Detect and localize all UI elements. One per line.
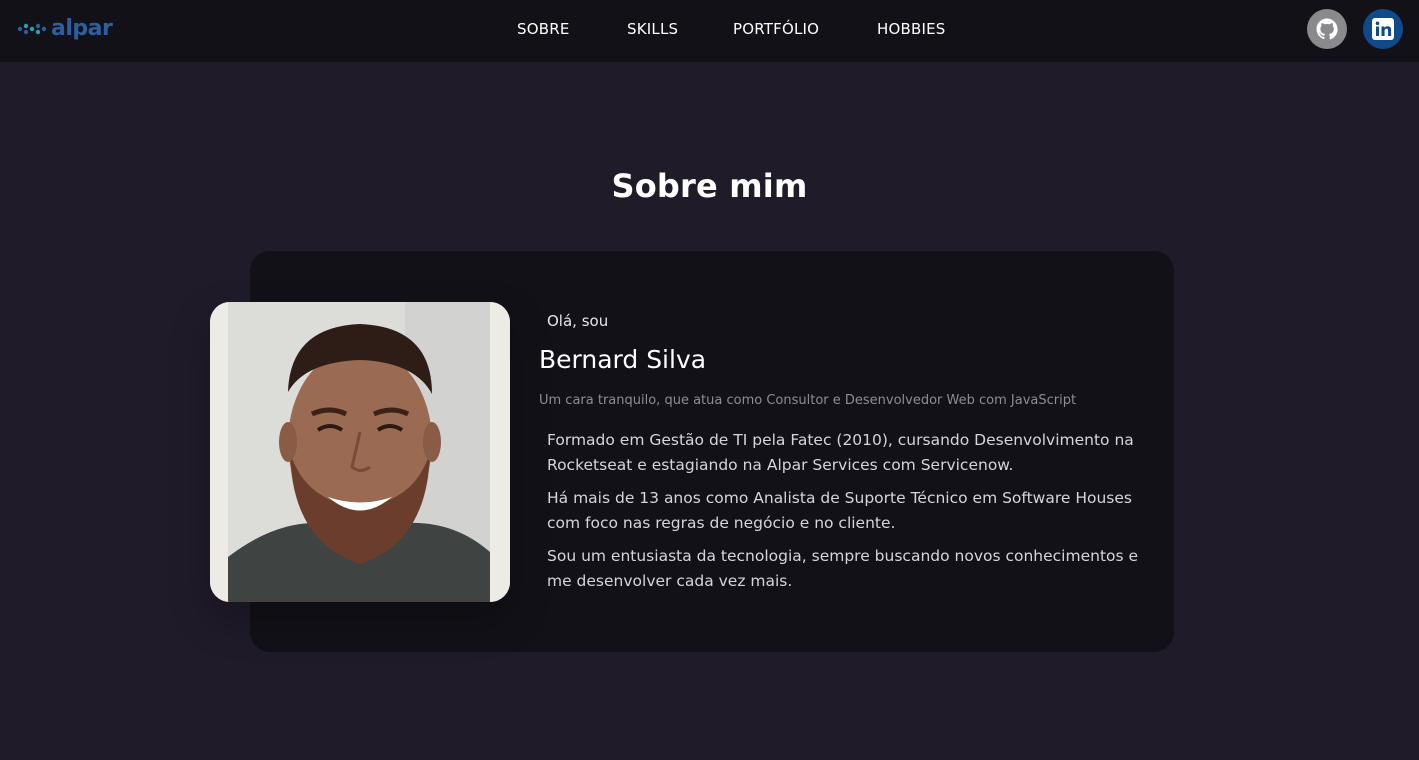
profile-portrait-image xyxy=(210,302,510,602)
bio-paragraph: Sou um entusiasta da tecnologia, sempre … xyxy=(547,547,1139,590)
bio-paragraph: Formado em Gestão de TI pela Fatec (2010… xyxy=(547,431,1134,474)
main-nav: SOBRE SKILLS PORTFÓLIO HOBBIES xyxy=(0,0,1419,58)
nav-link-skills[interactable]: SKILLS xyxy=(627,20,678,38)
github-link[interactable] xyxy=(1307,9,1347,49)
linkedin-link[interactable] xyxy=(1363,9,1403,49)
logo-text: alpar xyxy=(51,16,113,41)
greeting-text: Olá, sou xyxy=(547,312,609,330)
top-navbar: alpar SOBRE SKILLS PORTFÓLIO HOBBIES xyxy=(0,0,1419,62)
profile-tagline: Um cara tranquilo, que atua como Consult… xyxy=(539,393,1077,408)
nav-link-portfolio[interactable]: PORTFÓLIO xyxy=(733,20,819,38)
profile-photo xyxy=(210,302,510,602)
alpar-logo[interactable]: alpar xyxy=(17,14,113,44)
bio-paragraph: Há mais de 13 anos como Analista de Supo… xyxy=(547,489,1132,532)
nav-link-hobbies[interactable]: HOBBIES xyxy=(877,20,946,38)
section-title: Sobre mim xyxy=(611,167,808,205)
github-icon xyxy=(1316,18,1338,40)
logo-dots-icon xyxy=(17,23,47,35)
linkedin-icon xyxy=(1372,18,1394,40)
nav-link-sobre[interactable]: SOBRE xyxy=(517,20,570,38)
profile-name: Bernard Silva xyxy=(539,345,707,374)
